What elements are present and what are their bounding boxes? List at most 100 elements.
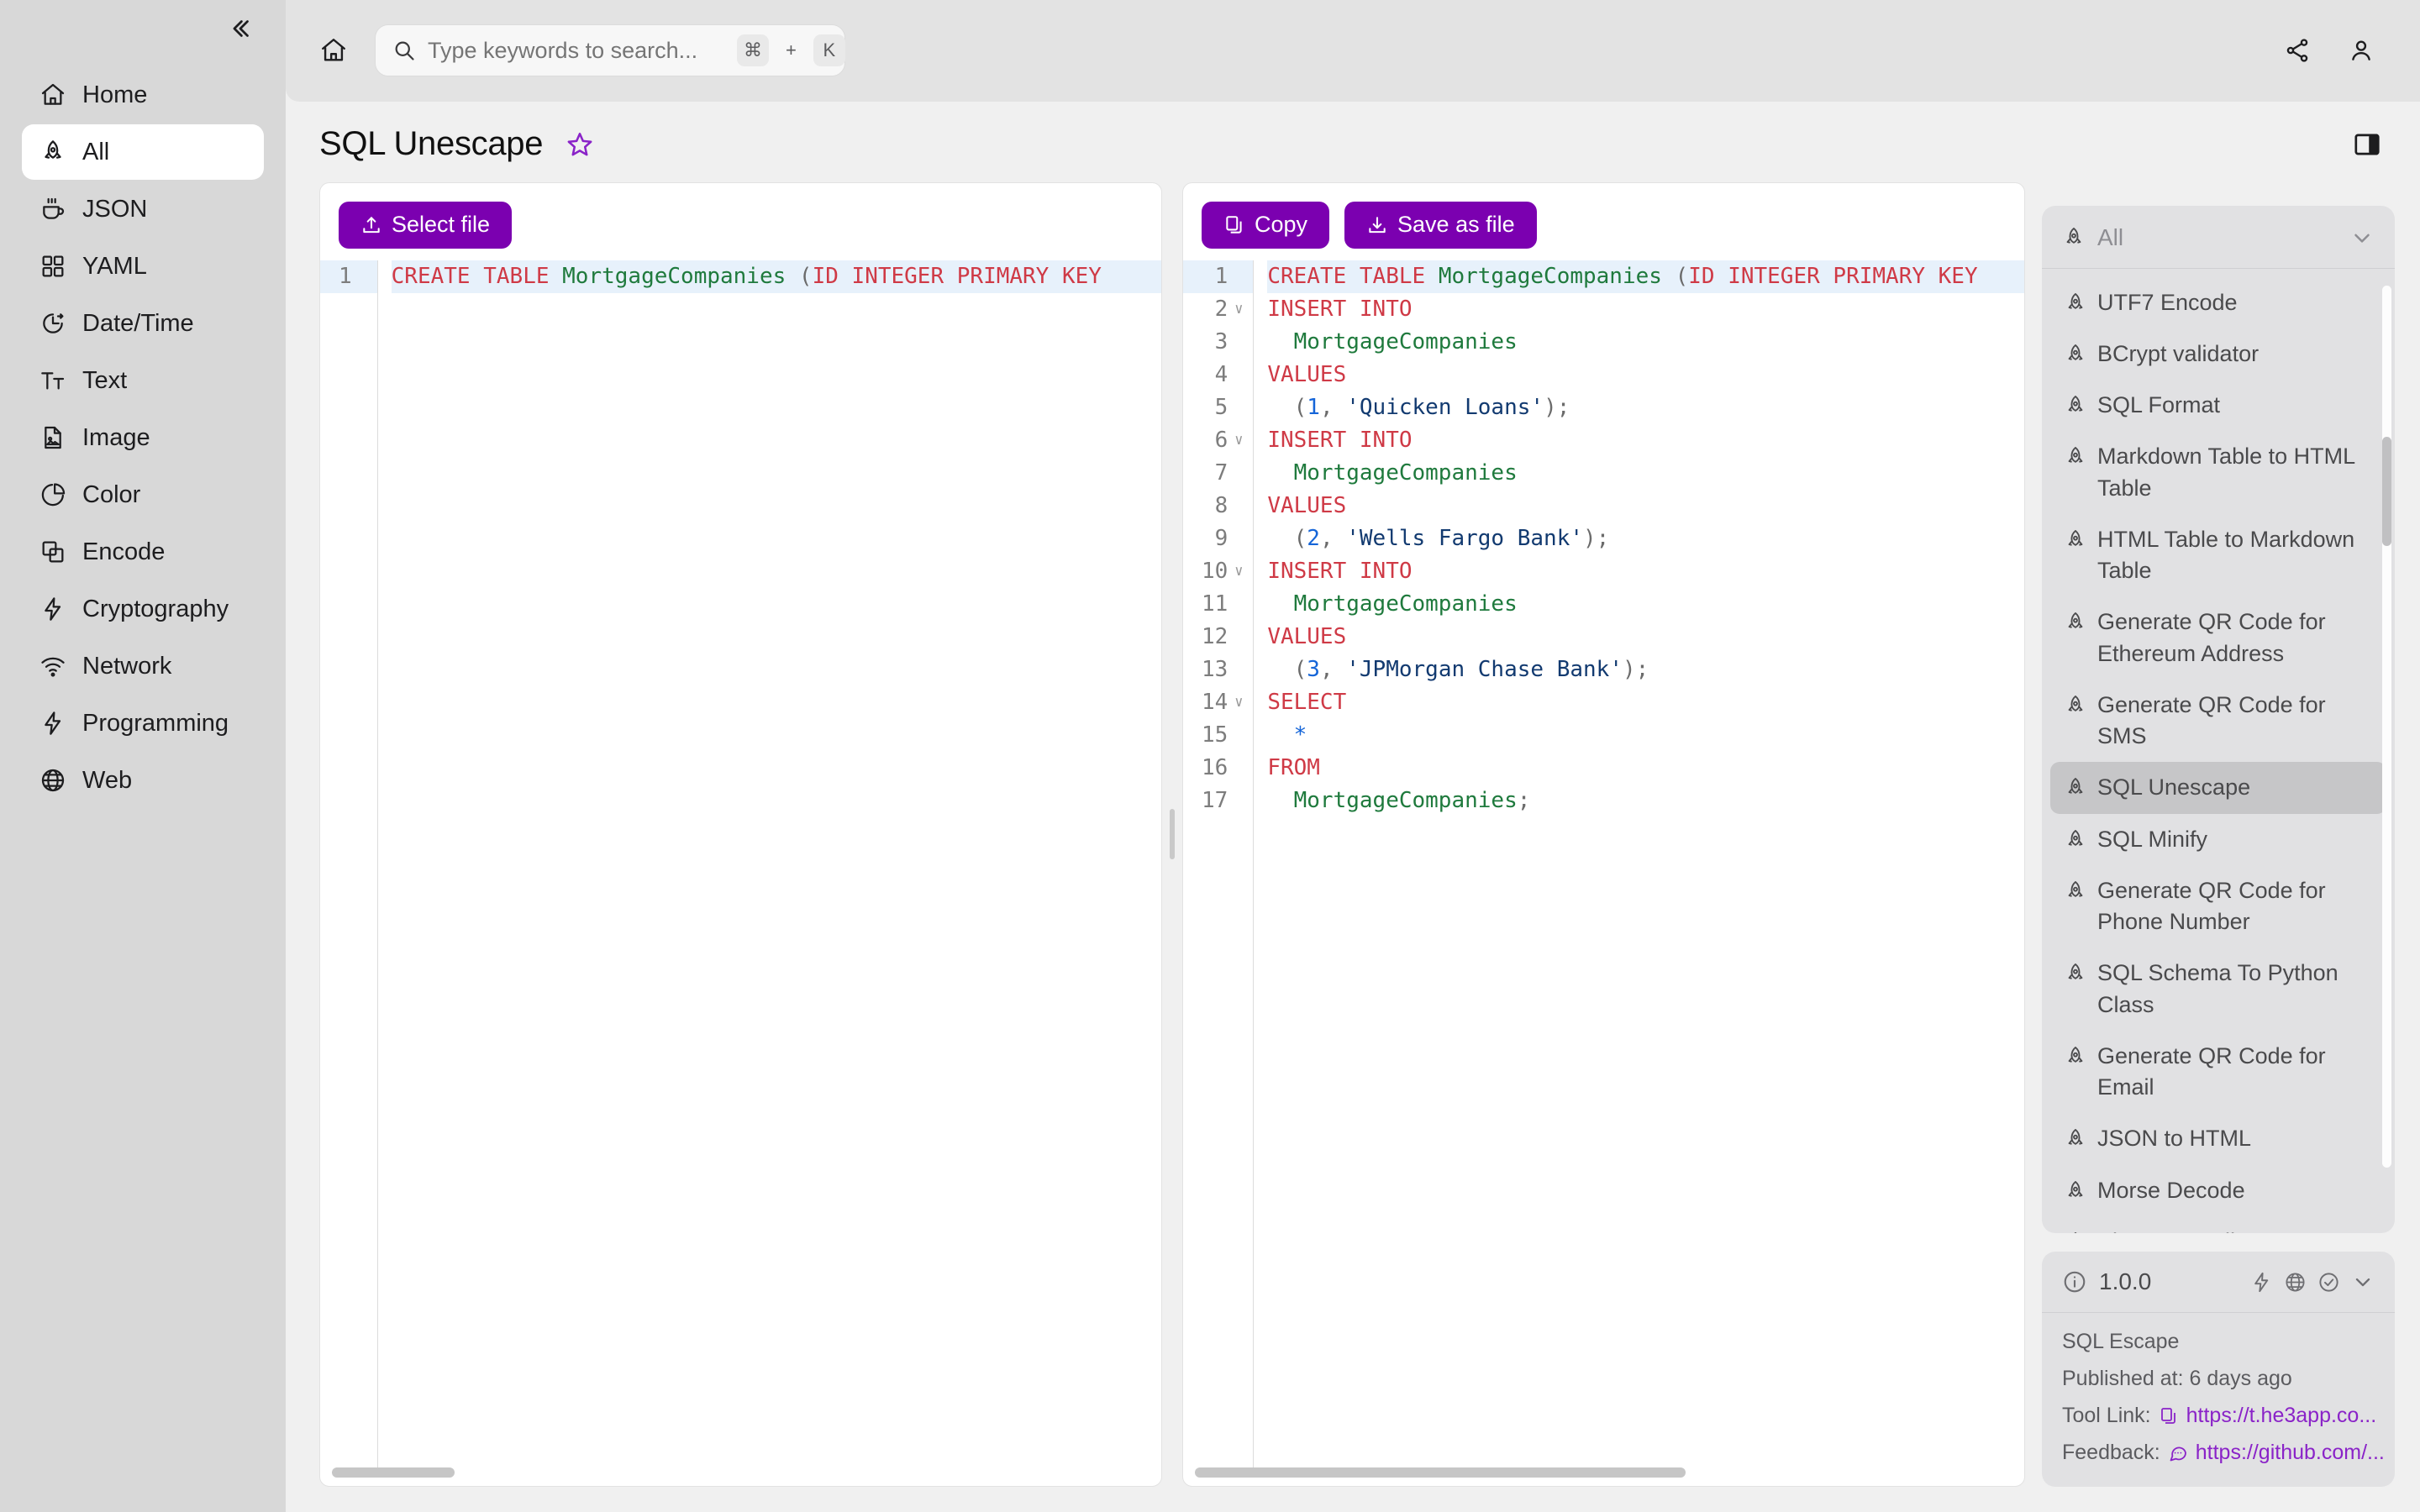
sidebar-item-label: Cryptography — [82, 595, 229, 622]
text-size-icon — [39, 366, 67, 395]
feedback-link[interactable]: https://github.com/... — [2168, 1441, 2385, 1465]
output-hscrollbar[interactable] — [1183, 1467, 2024, 1486]
tool-list-item-label: SQL Schema To Python Class — [2097, 960, 2338, 1017]
input-code[interactable]: CREATE TABLE MortgageCompanies (ID INTEG… — [378, 260, 1161, 1467]
shortcut-cmd-key: ⌘ — [737, 34, 769, 67]
chat-icon — [2168, 1443, 2188, 1463]
tool-list-item[interactable]: Markdown Table to HTML Table — [2050, 431, 2386, 514]
chevron-double-left-icon[interactable] — [222, 10, 259, 47]
fold-toggle-icon[interactable]: ∨ — [1233, 293, 1244, 326]
save-as-file-button[interactable]: Save as file — [1344, 201, 1537, 249]
input-hscroll-thumb[interactable] — [332, 1467, 455, 1478]
tool-list-item[interactable]: Generate QR Code for Phone Number — [2050, 865, 2386, 948]
sidebar-item-all[interactable]: All — [22, 124, 264, 180]
fold-toggle-icon[interactable]: ∨ — [1233, 555, 1244, 588]
tool-list-item[interactable]: Generate QR Code for SMS — [2050, 680, 2386, 763]
check-circle-icon[interactable] — [2317, 1271, 2340, 1294]
tool-list-item-label: SQL Format — [2097, 392, 2221, 418]
rocket-icon — [2064, 394, 2087, 417]
globe-icon[interactable] — [2284, 1271, 2307, 1294]
sidebar-item-json[interactable]: JSON — [22, 181, 264, 237]
sidebar-item-text[interactable]: Text — [22, 353, 264, 408]
info-published: Published at: 6 days ago — [2062, 1367, 2292, 1390]
rocket-icon — [2064, 1127, 2087, 1151]
rocket-icon — [2064, 1179, 2087, 1203]
sidebar-item-image[interactable]: Image — [22, 410, 264, 465]
tool-link[interactable]: https://t.he3app.co... — [2159, 1404, 2377, 1428]
sidebar-item-date-time[interactable]: Date/Time — [22, 296, 264, 351]
user-icon[interactable] — [2338, 27, 2385, 74]
output-hscroll-thumb[interactable] — [1195, 1467, 1686, 1478]
tool-list-item[interactable]: Generate QR Code for Ethereum Address — [2050, 596, 2386, 680]
sidebar-item-label: JSON — [82, 195, 148, 223]
input-hscroll-track[interactable] — [332, 1467, 1150, 1478]
rocket-icon — [2064, 962, 2087, 985]
sidebar-item-web[interactable]: Web — [22, 753, 264, 808]
fold-toggle-icon[interactable]: ∨ — [1233, 686, 1244, 719]
input-hscrollbar[interactable] — [320, 1467, 1161, 1486]
sidebar-item-encode[interactable]: Encode — [22, 524, 264, 580]
tool-list-item[interactable]: BCrypt validator — [2050, 328, 2386, 380]
output-pane: Copy Save as file 1 2 ∨ 3 4 5 6 ∨ 7 8 9 1 — [1182, 181, 2025, 1487]
tools-scrollbar-thumb[interactable] — [2382, 436, 2391, 546]
pane-splitter[interactable] — [1162, 182, 1182, 1487]
page-header: SQL Unescape — [319, 102, 2386, 182]
right-panel-icon[interactable] — [2348, 125, 2386, 164]
tool-list-item[interactable]: SQL Schema To Python Class — [2050, 948, 2386, 1031]
chevron-down-icon[interactable] — [2351, 1270, 2375, 1294]
select-file-button[interactable]: Select file — [339, 201, 513, 249]
tools-scrollbar-track[interactable] — [2382, 285, 2391, 1168]
output-toolbar: Copy Save as file — [1183, 183, 2024, 260]
splitter-grip[interactable] — [1170, 809, 1175, 860]
search-box[interactable]: ⌘ + K — [375, 24, 845, 77]
code-line: CREATE TABLE MortgageCompanies (ID INTEG… — [1267, 260, 2024, 293]
code-line: MortgageCompanies — [1293, 328, 1518, 354]
rocket-icon — [39, 138, 67, 166]
topbar: ⌘ + K — [286, 0, 2420, 102]
tool-list-item[interactable]: PlantUML Editor — [2050, 1216, 2386, 1233]
share-icon[interactable] — [2274, 27, 2321, 74]
line-number: 13 — [1202, 656, 1228, 682]
output-code[interactable]: CREATE TABLE MortgageCompanies (ID INTEG… — [1254, 260, 2024, 1467]
sidebar-item-home[interactable]: Home — [22, 67, 264, 123]
layers-icon — [39, 538, 67, 566]
line-number: 3 — [1214, 328, 1228, 354]
sidebar-item-network[interactable]: Network — [22, 638, 264, 694]
star-outline-icon[interactable] — [561, 126, 598, 163]
tool-link-value: https://t.he3app.co... — [2186, 1404, 2377, 1427]
code-line: (3, 'JPMorgan Chase Bank'); — [1267, 656, 1649, 682]
search-input[interactable] — [428, 37, 725, 64]
output-editor[interactable]: 1 2 ∨ 3 4 5 6 ∨ 7 8 9 10 ∨ 11 12 13 14 ∨ 15 16 17 CREATE TAB… — [1183, 260, 2024, 1467]
code-line: MortgageCompanies — [1293, 459, 1518, 486]
sidebar-item-color[interactable]: Color — [22, 467, 264, 522]
chevron-down-icon[interactable] — [2349, 225, 2375, 250]
code-line: FROM — [1267, 754, 1320, 780]
copy-button[interactable]: Copy — [1202, 201, 1330, 249]
info-header-icons — [2250, 1270, 2375, 1294]
output-hscroll-track[interactable] — [1195, 1467, 2012, 1478]
tool-list-item[interactable]: SQL Unescape — [2050, 762, 2386, 814]
input-editor[interactable]: 1 CREATE TABLE MortgageCompanies (ID INT… — [320, 260, 1161, 1467]
pie-chart-icon — [39, 480, 67, 509]
tools-filter-dropdown[interactable]: All — [2042, 206, 2395, 269]
line-number: 5 — [1214, 394, 1228, 420]
sidebar-item-programming[interactable]: Programming — [22, 696, 264, 751]
sidebar-item-yaml[interactable]: YAML — [22, 239, 264, 294]
input-toolbar: Select file — [320, 183, 1161, 260]
shortcut-plus: + — [786, 39, 797, 61]
tool-list-item[interactable]: JSON to HTML — [2050, 1113, 2386, 1164]
sidebar-item-cryptography[interactable]: Cryptography — [22, 581, 264, 637]
tool-list-item[interactable]: SQL Format — [2050, 380, 2386, 431]
home-icon[interactable] — [309, 26, 358, 75]
tool-list-item[interactable]: Morse Decode — [2050, 1165, 2386, 1216]
tool-list-item[interactable]: HTML Table to Markdown Table — [2050, 514, 2386, 597]
fold-toggle-icon[interactable]: ∨ — [1233, 424, 1244, 457]
content-wrap: Select file 1 CREATE TABLE MortgageCompa… — [286, 181, 2420, 1512]
tool-list-item[interactable]: SQL Minify — [2050, 814, 2386, 865]
lightning-icon[interactable] — [2250, 1271, 2273, 1294]
sidebar-item-label: All — [82, 138, 110, 165]
feedback-value: https://github.com/... — [2195, 1441, 2385, 1464]
tools-filter-label: All — [2097, 223, 2124, 250]
tool-list-item[interactable]: Generate QR Code for Email — [2050, 1031, 2386, 1114]
tool-list-item[interactable]: UTF7 Encode — [2050, 277, 2386, 328]
